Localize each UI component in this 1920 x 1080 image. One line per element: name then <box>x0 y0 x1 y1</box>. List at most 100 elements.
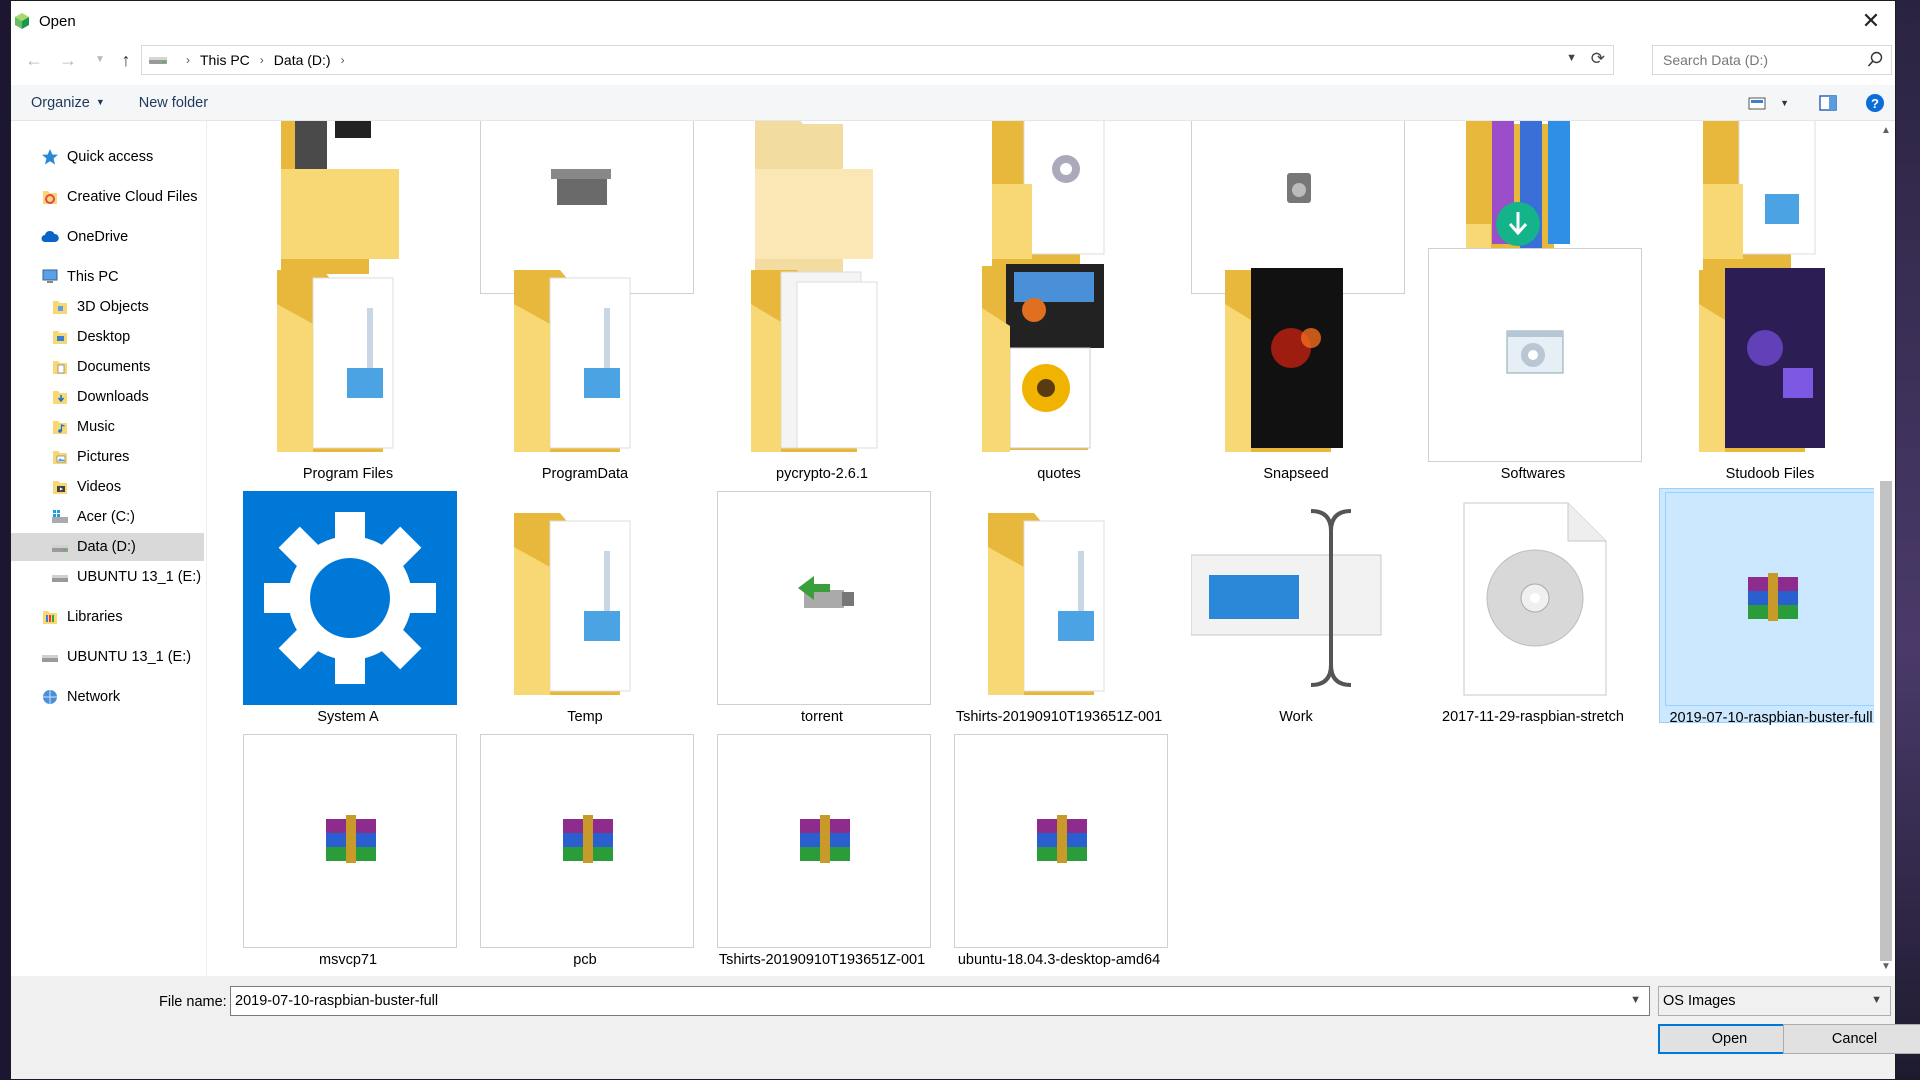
folder-documents-icon <box>751 270 878 452</box>
breadcrumb-this-pc[interactable]: This PC <box>200 52 250 68</box>
forward-button[interactable]: → <box>55 47 81 73</box>
search-input[interactable] <box>1663 52 1863 68</box>
sidebar-item-quick-access[interactable]: Quick access <box>41 143 153 171</box>
change-view-icon[interactable] <box>1748 95 1770 111</box>
file-item[interactable]: quotes <box>951 248 1167 482</box>
sidebar-item-onedrive[interactable]: OneDrive <box>41 223 128 251</box>
file-item[interactable]: pycrypto-2.6.1 <box>714 248 930 482</box>
file-name: Tshirts-20190910T193651Z-001 <box>718 952 926 968</box>
file-item[interactable]: Tshirts-20190910T193651Z-001 <box>951 491 1167 725</box>
file-thumbnail <box>717 491 931 705</box>
file-item[interactable]: ubuntu-18.04.3-desktop-amd64 <box>951 734 1168 968</box>
file-item[interactable]: ProgramData <box>477 248 693 482</box>
music-icon <box>53 421 67 434</box>
file-thumbnail <box>1428 248 1642 462</box>
sidebar-item-label: Quick access <box>67 149 154 165</box>
scrollbar-thumb[interactable] <box>1880 481 1892 961</box>
file-item[interactable]: Tshirts-20190910T193651Z-001 <box>714 734 931 968</box>
sidebar-item-libraries[interactable]: Libraries <box>41 603 123 631</box>
file-name: 2017-11-29-raspbian-stretch <box>1442 709 1624 725</box>
file-thumbnail <box>480 734 694 948</box>
file-list: marwin Movies msdownld.tmp msvcp71 <box>208 121 1874 976</box>
breadcrumb-data-d[interactable]: Data (D:) <box>274 52 331 68</box>
sidebar-item-downloads[interactable]: Downloads <box>51 383 149 411</box>
sidebar-item-data-d[interactable]: Data (D:) <box>11 533 204 561</box>
folder-photos-icon <box>982 264 1104 452</box>
refresh-icon[interactable]: ⟳ <box>1591 49 1605 69</box>
back-arrow-icon: ← <box>25 50 43 70</box>
sidebar-item-videos[interactable]: Videos <box>51 473 121 501</box>
cancel-button[interactable]: Cancel <box>1783 1024 1920 1054</box>
file-item[interactable]: Work <box>1188 491 1404 725</box>
folder-icon <box>514 270 631 452</box>
file-name: Program Files <box>302 466 394 482</box>
sidebar-item-ubuntu-e-root[interactable]: UBUNTU 13_1 (E:) <box>41 643 191 671</box>
address-dropdown-icon[interactable]: ▼ <box>1566 52 1577 64</box>
file-name-label: File name: <box>159 994 227 1010</box>
file-item[interactable]: Studoob Files <box>1662 248 1874 482</box>
address-bar[interactable]: › This PC › Data (D:) › ▼ ⟳ <box>141 45 1614 75</box>
view-options-dropdown-icon[interactable]: ▼ <box>1780 98 1789 108</box>
preview-pane-icon[interactable] <box>1819 95 1837 111</box>
file-name: pcb <box>573 952 597 968</box>
recent-locations-button[interactable]: ▼ <box>87 47 113 73</box>
file-name: quotes <box>1037 466 1081 482</box>
toolbar-right: ▼ ? <box>1748 85 1895 121</box>
file-item[interactable]: Softwares <box>1425 248 1642 482</box>
sidebar-item-label: Libraries <box>67 609 123 625</box>
sidebar-item-creative-cloud[interactable]: Creative Cloud Files <box>41 183 198 211</box>
back-button[interactable]: ← <box>21 47 47 73</box>
file-item[interactable]: Program Files <box>240 248 456 482</box>
sidebar-item-pictures[interactable]: Pictures <box>51 443 129 471</box>
scroll-down-arrow-icon[interactable]: ▼ <box>1876 961 1896 972</box>
settings-gear-icon <box>243 491 457 705</box>
help-icon[interactable]: ? <box>1865 93 1885 113</box>
organize-button[interactable]: Organize ▼ <box>21 95 115 111</box>
file-item[interactable]: 2017-11-29-raspbian-stretch <box>1425 491 1641 725</box>
file-name-input[interactable]: 2019-07-10-raspbian-buster-full ▼ <box>230 986 1650 1016</box>
sidebar-item-this-pc[interactable]: This PC <box>41 263 119 291</box>
file-item[interactable]: Temp <box>477 491 693 725</box>
file-item[interactable]: torrent <box>714 491 931 725</box>
file-item-selected[interactable]: 2019-07-10-raspbian-buster-full <box>1659 488 1874 726</box>
close-button[interactable]: ✕ <box>1857 7 1885 35</box>
command-toolbar: Organize ▼ New folder ▼ ? <box>11 85 1895 121</box>
sidebar-item-documents[interactable]: Documents <box>51 353 150 381</box>
file-name-dropdown-icon[interactable]: ▼ <box>1630 994 1641 1006</box>
file-thumbnail <box>1665 492 1874 706</box>
sidebar-item-acer-c[interactable]: Acer (C:) <box>51 503 135 531</box>
sidebar-item-3d-objects[interactable]: 3D Objects <box>51 293 149 321</box>
vertical-scrollbar[interactable]: ▲ ▼ <box>1876 121 1896 976</box>
up-button[interactable]: ↑ <box>113 47 139 73</box>
file-item[interactable]: Snapseed <box>1188 248 1404 482</box>
sidebar-item-label: UBUNTU 13_1 (E:) <box>67 649 192 665</box>
file-name: Tshirts-20190910T193651Z-001 <box>955 709 1163 725</box>
sidebar-item-music[interactable]: Music <box>51 413 115 441</box>
sidebar-item-label: This PC <box>67 269 119 285</box>
breadcrumb-separator: › <box>340 53 345 67</box>
title-bar: Open ✕ <box>11 1 1895 41</box>
sidebar-item-label: OneDrive <box>67 229 129 245</box>
rar-archive-icon <box>800 815 850 863</box>
rar-archive-icon <box>326 815 376 863</box>
rar-archive-icon <box>563 815 613 863</box>
file-thumbnail <box>954 734 1168 948</box>
file-type-filter[interactable]: OS Images ▼ <box>1658 986 1891 1016</box>
sidebar-item-label: Creative Cloud Files <box>67 189 198 205</box>
file-name: Softwares <box>1500 466 1566 482</box>
file-item[interactable]: msvcp71 <box>240 734 457 968</box>
sidebar-item-label: Downloads <box>77 389 149 405</box>
search-box[interactable] <box>1652 45 1892 75</box>
new-folder-button[interactable]: New folder <box>129 95 218 111</box>
open-file-dialog: Open ✕ ← → ▼ ↑ › This PC › Data (D:) › ▼… <box>10 0 1920 1079</box>
sidebar-item-label: UBUNTU 13_1 (E:) <box>77 569 202 585</box>
sidebar-item-network[interactable]: Network <box>41 683 120 711</box>
sidebar-item-desktop[interactable]: Desktop <box>51 323 130 351</box>
file-item[interactable]: System A <box>240 491 457 725</box>
sidebar-item-ubuntu-e[interactable]: UBUNTU 13_1 (E:) <box>51 563 201 591</box>
file-item[interactable]: pcb <box>477 734 694 968</box>
scroll-up-arrow-icon[interactable]: ▲ <box>1876 125 1896 136</box>
folder-icon <box>514 513 631 695</box>
open-button[interactable]: Open <box>1658 1024 1801 1054</box>
drive-icon <box>52 545 68 552</box>
